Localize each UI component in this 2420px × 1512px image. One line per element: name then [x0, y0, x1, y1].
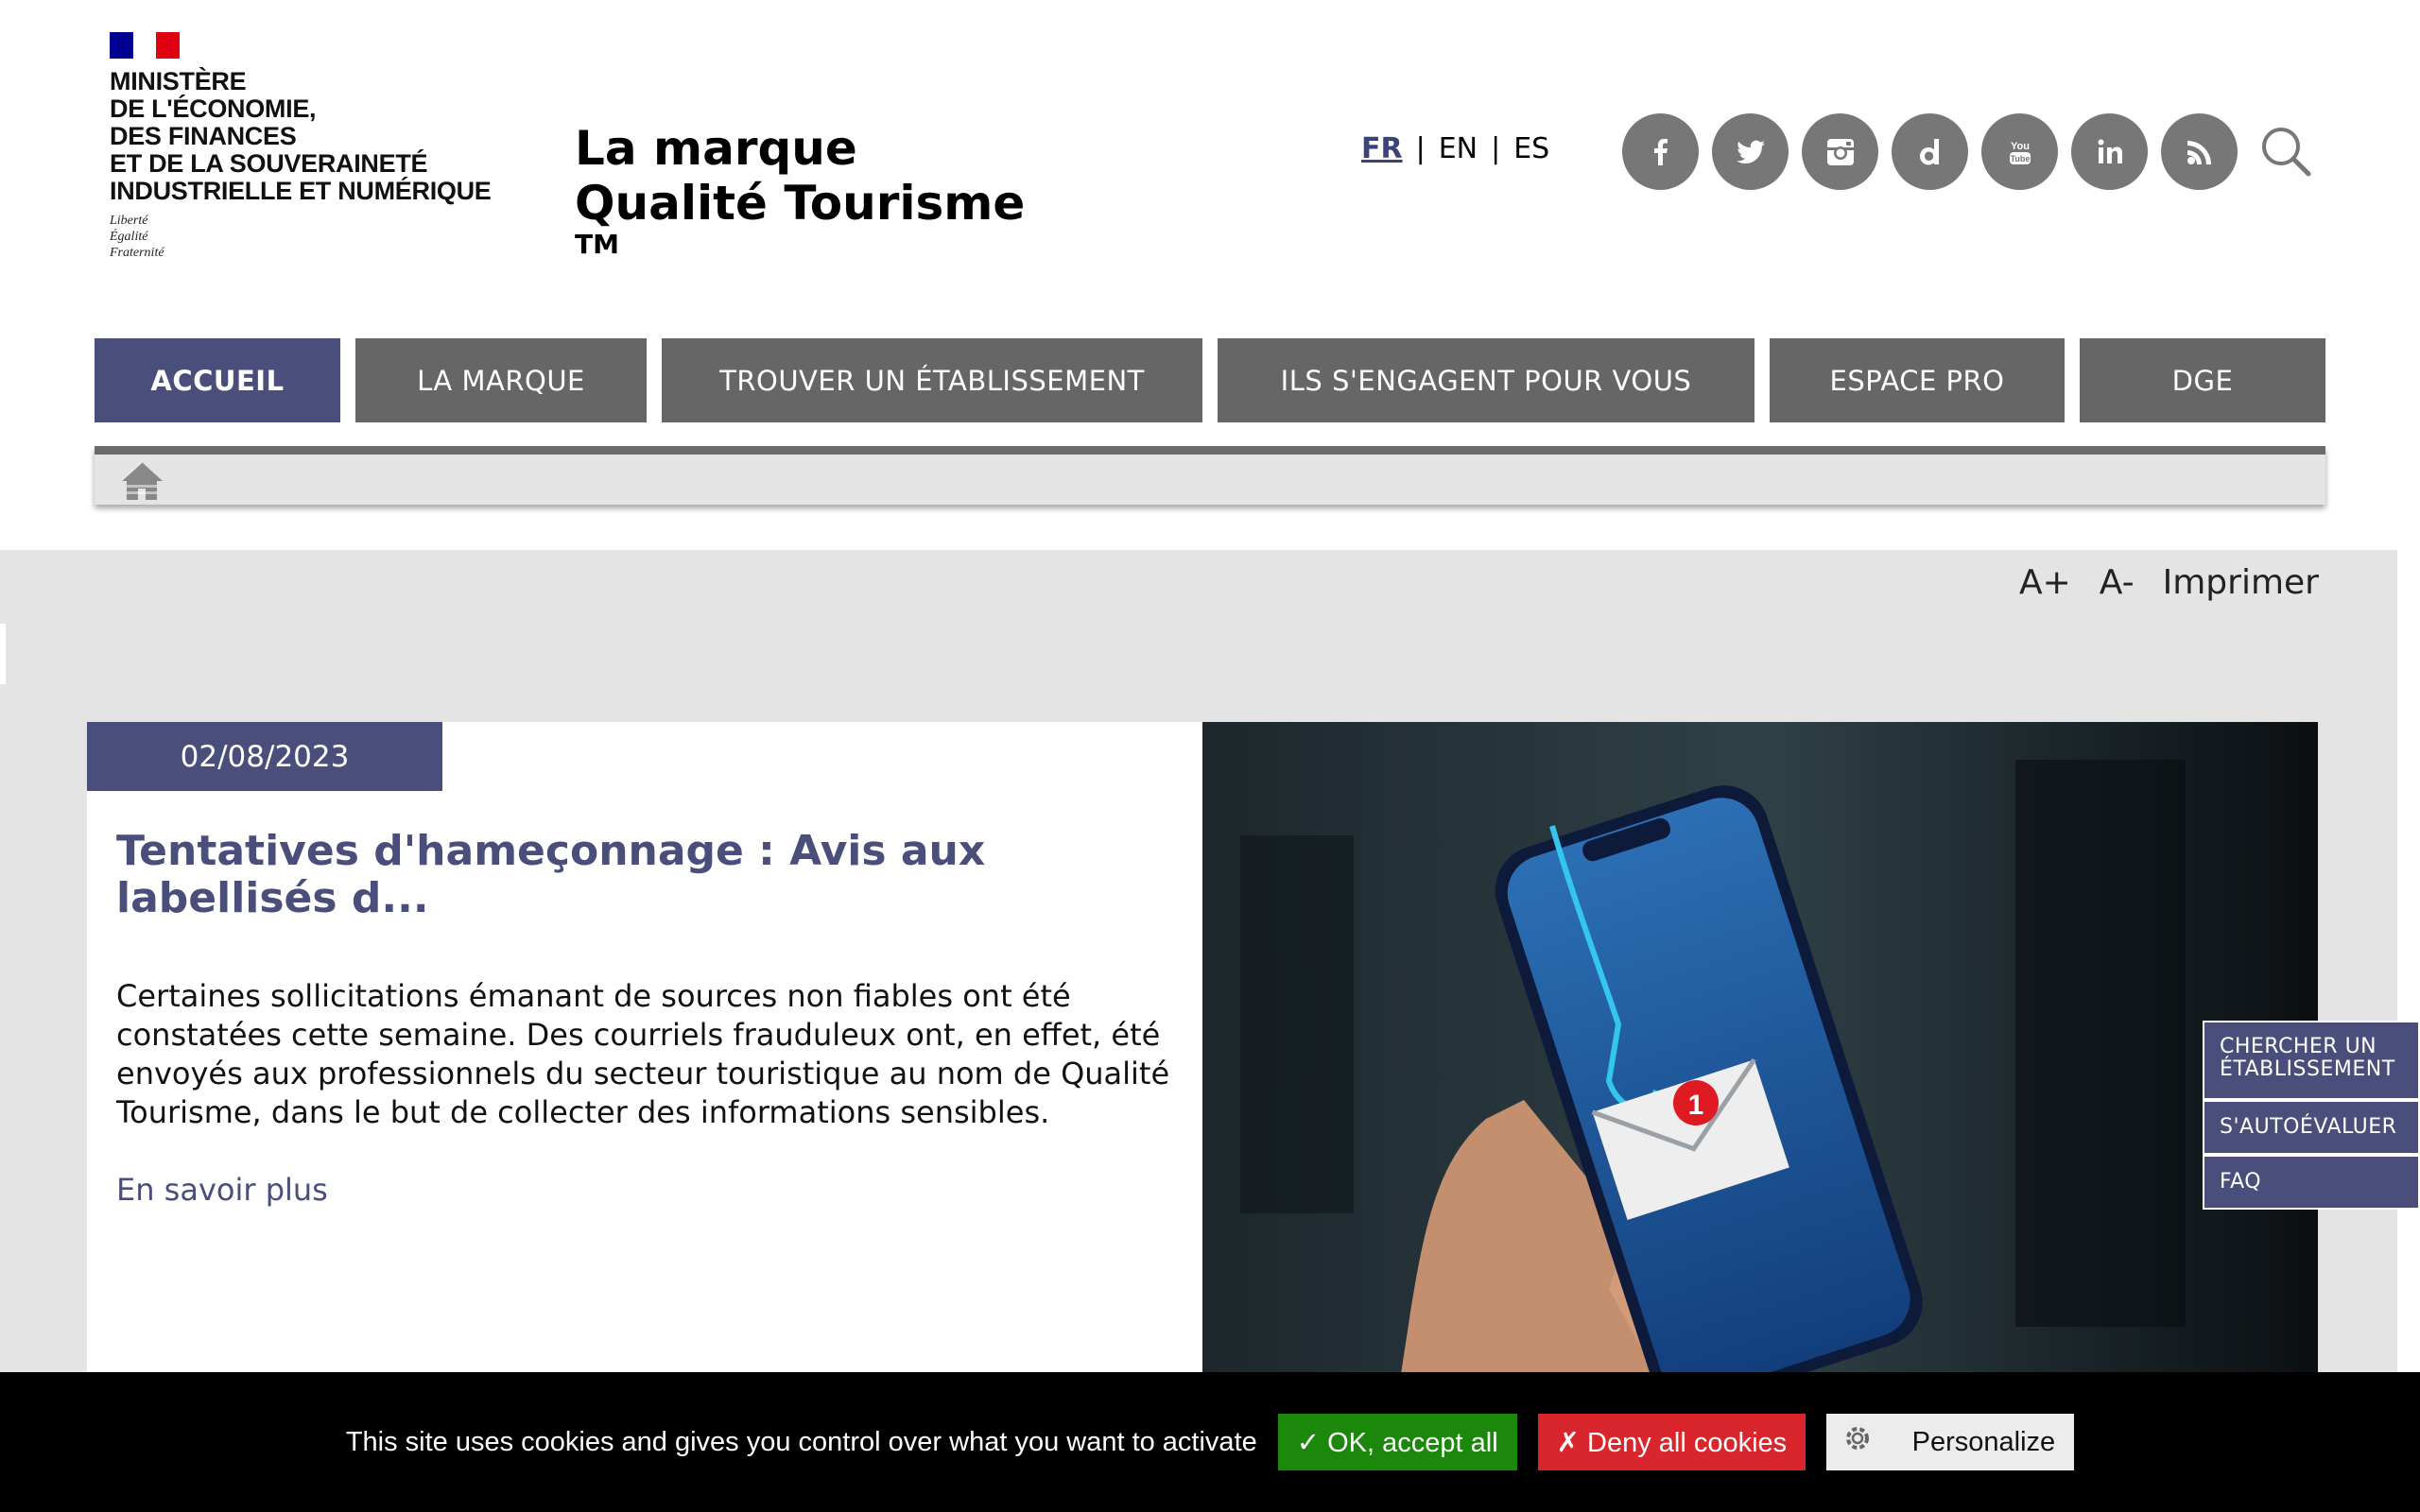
- social-links: You Tube: [1622, 113, 2238, 190]
- republic-motto: Liberté Égalité Fraternité: [110, 214, 164, 260]
- faq-button[interactable]: FAQ: [2203, 1155, 2420, 1210]
- accept-cookies-button[interactable]: ✓ OK, accept all: [1277, 1414, 1517, 1470]
- print-button[interactable]: Imprimer: [2163, 563, 2319, 602]
- lang-es[interactable]: ES: [1513, 132, 1549, 165]
- instagram-icon[interactable]: [1802, 113, 1878, 190]
- news-title[interactable]: Tentatives d'hameçonnage : Avis aux labe…: [116, 828, 1166, 922]
- nav-trouver-etablissement[interactable]: TROUVER UN ÉTABLISSEMENT: [662, 338, 1202, 422]
- nav-accueil[interactable]: ACCUEIL: [95, 338, 340, 422]
- linkedin-icon[interactable]: [2071, 113, 2148, 190]
- brand-trademark: TM: [575, 229, 619, 260]
- nav-dge[interactable]: DGE: [2080, 338, 2325, 422]
- increase-font-button[interactable]: A+: [2019, 563, 2071, 602]
- search-icon[interactable]: [2259, 125, 2312, 178]
- youtube-icon[interactable]: You Tube: [1981, 113, 2058, 190]
- news-date: 02/08/2023: [87, 722, 442, 791]
- news-summary: Certaines sollicitations émanant de sour…: [116, 978, 1170, 1130]
- self-evaluate-button[interactable]: S'AUTOÉVALUER: [2203, 1100, 2420, 1155]
- gear-icon: [1841, 1422, 1874, 1462]
- breadcrumb: [95, 446, 2325, 505]
- dailymotion-icon[interactable]: [1892, 113, 1968, 190]
- quick-access-menu: CHERCHER UN ÉTABLISSEMENT S'AUTOÉVALUER …: [2203, 1021, 2420, 1210]
- site-brand[interactable]: La marque Qualité Tourisme TM: [575, 66, 1025, 314]
- notification-badge: 1: [1688, 1090, 1704, 1121]
- french-flag-icon: [110, 32, 181, 59]
- svg-text:Tube: Tube: [2010, 154, 2030, 163]
- lang-fr[interactable]: FR: [1361, 132, 1403, 165]
- svg-text:You: You: [2011, 141, 2030, 152]
- news-image[interactable]: 1: [1202, 722, 2318, 1374]
- home-icon[interactable]: [119, 460, 164, 502]
- language-switcher: FR | EN | ES: [1361, 132, 1549, 165]
- read-more-link[interactable]: En savoir plus: [116, 1172, 328, 1208]
- cookie-banner: This site uses cookies and gives you con…: [0, 1372, 2420, 1512]
- government-logo[interactable]: MINISTÈRE DE L'ÉCONOMIE, DES FINANCES ET…: [110, 32, 526, 261]
- deny-cookies-button[interactable]: ✗ Deny all cookies: [1537, 1414, 1806, 1470]
- lang-separator: |: [1415, 132, 1426, 165]
- personalize-label: Personalize: [1911, 1426, 2056, 1457]
- main-navigation: ACCUEIL LA MARQUE TROUVER UN ÉTABLISSEME…: [95, 338, 2325, 422]
- cookie-message: This site uses cookies and gives you con…: [345, 1426, 1257, 1457]
- nav-la-marque[interactable]: LA MARQUE: [355, 338, 647, 422]
- nav-ils-s-engagent[interactable]: ILS S'ENGAGENT POUR VOUS: [1218, 338, 1754, 422]
- lang-en[interactable]: EN: [1439, 132, 1478, 165]
- nav-espace-pro[interactable]: ESPACE PRO: [1770, 338, 2065, 422]
- news-card: 02/08/2023 Tentatives d'hameçonnage : Av…: [87, 722, 1202, 1374]
- decrease-font-button[interactable]: A-: [2100, 563, 2135, 602]
- twitter-icon[interactable]: [1712, 113, 1789, 190]
- brand-title: La marque Qualité Tourisme: [575, 121, 1026, 231]
- lang-separator: |: [1491, 132, 1501, 165]
- facebook-icon[interactable]: [1622, 113, 1699, 190]
- rss-icon[interactable]: [2161, 113, 2238, 190]
- ministry-name: MINISTÈRE DE L'ÉCONOMIE, DES FINANCES ET…: [110, 67, 492, 205]
- personalize-cookies-button[interactable]: Personalize: [1826, 1414, 2075, 1470]
- content-edge: [0, 624, 6, 684]
- page-tools: A+ A- Imprimer: [2019, 563, 2319, 602]
- find-establishment-button[interactable]: CHERCHER UN ÉTABLISSEMENT: [2203, 1021, 2420, 1100]
